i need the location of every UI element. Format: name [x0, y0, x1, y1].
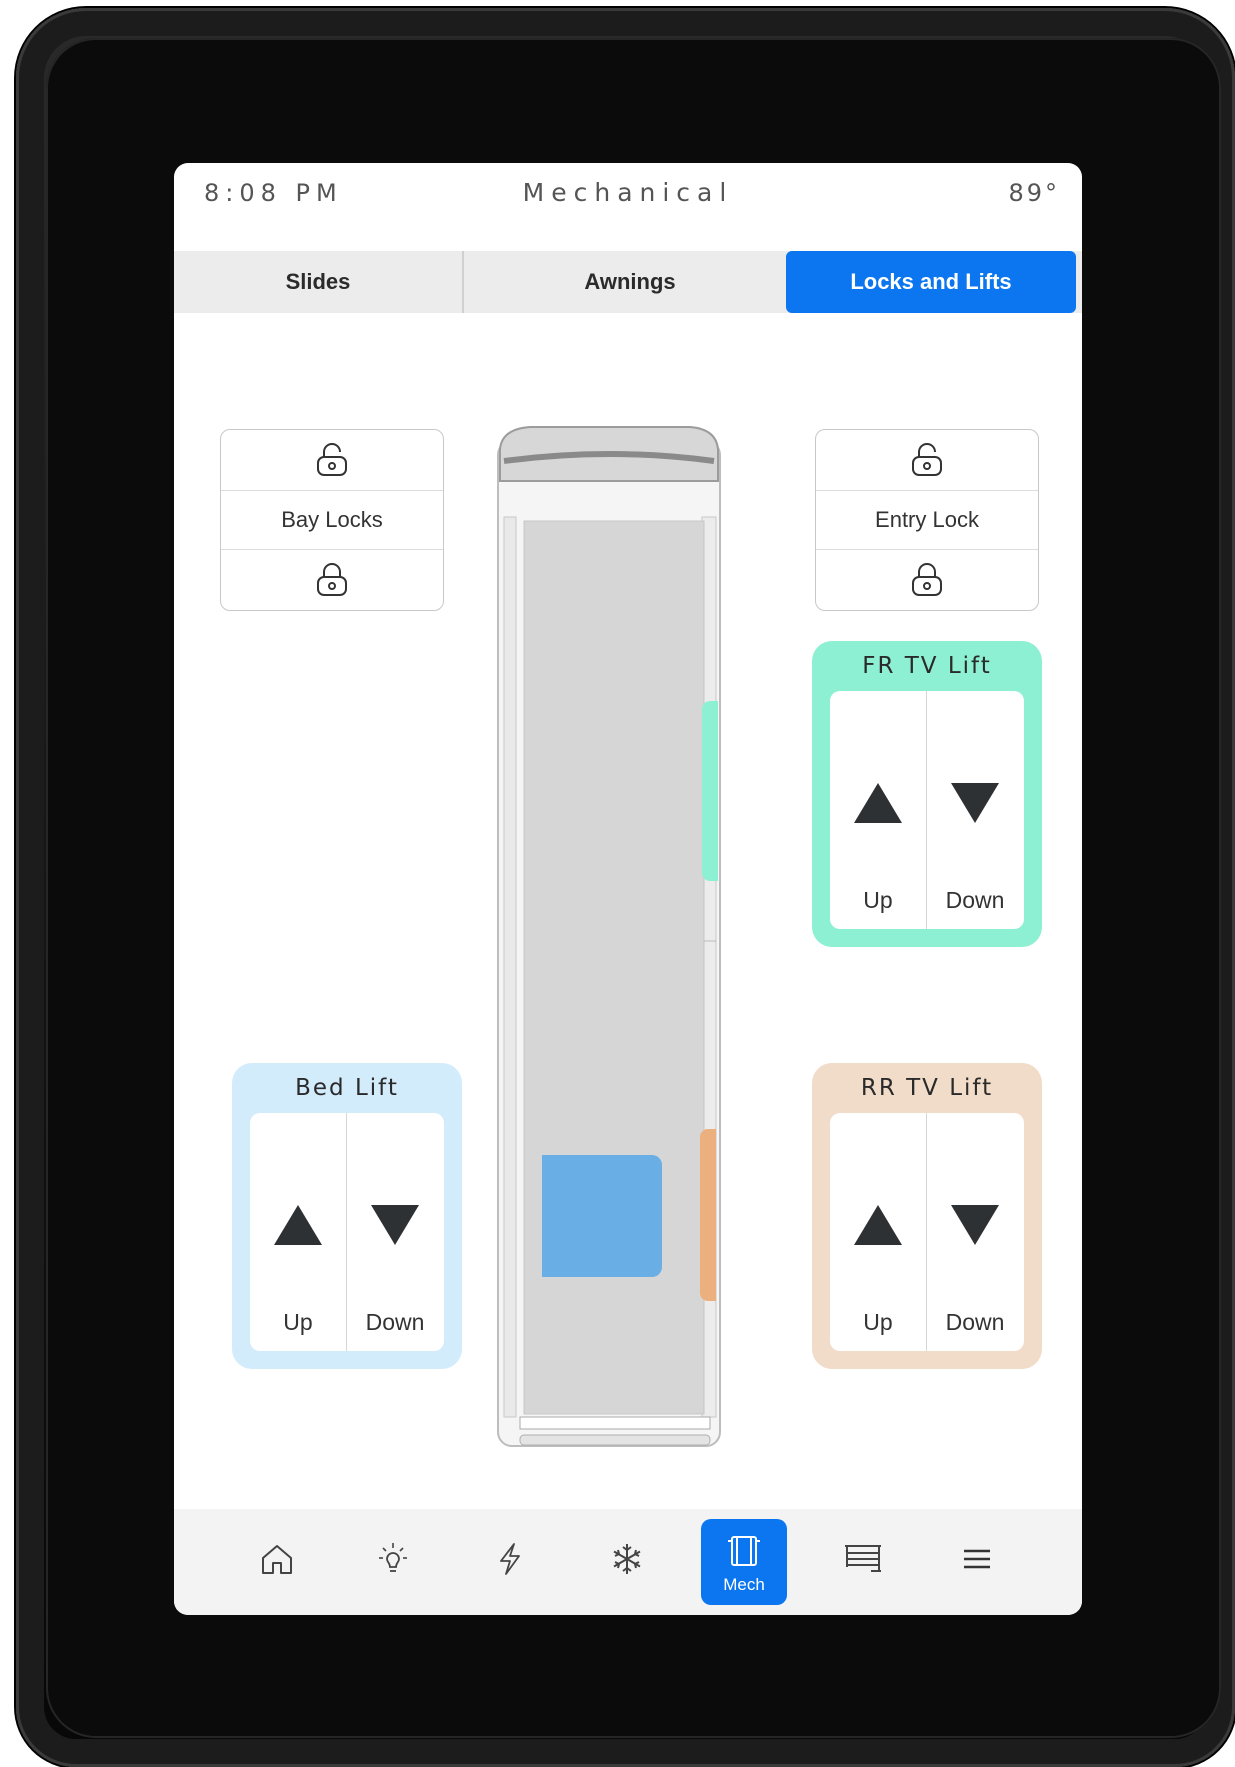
tab-bar: Slides Awnings Locks and Lifts — [174, 251, 1082, 313]
lock-icon — [912, 563, 942, 596]
unlock-icon — [912, 443, 942, 476]
entry-lock-button[interactable] — [816, 550, 1038, 610]
bed-lift-marker — [542, 1155, 662, 1277]
bed-lift-card: Bed Lift Up Down — [232, 1063, 462, 1369]
bay-unlock-button[interactable] — [221, 430, 443, 491]
bay-locks-label: Bay Locks — [221, 490, 443, 550]
tab-awnings[interactable]: Awnings — [462, 251, 796, 313]
entry-unlock-button[interactable] — [816, 430, 1038, 491]
tab-slides[interactable]: Slides — [174, 251, 462, 313]
arrow-up-icon — [274, 1205, 322, 1245]
fr-tv-lift-up-button[interactable]: Up — [830, 691, 927, 929]
nav-power-button[interactable] — [467, 1519, 553, 1605]
rr-tv-lift-marker — [700, 1129, 716, 1301]
nav-lighting-button[interactable] — [350, 1519, 436, 1605]
rr-tv-lift-title: RR TV Lift — [860, 1075, 994, 1101]
arrow-down-icon — [951, 1205, 999, 1245]
bay-lock-button[interactable] — [221, 550, 443, 610]
menu-icon — [964, 1549, 990, 1569]
rr-tv-lift-controls: Up Down — [830, 1113, 1024, 1351]
status-time: 8:08 PM — [204, 179, 343, 207]
fr-tv-lift-title: FR TV Lift — [862, 653, 992, 679]
rr-tv-lift-up-button[interactable]: Up — [830, 1113, 927, 1351]
entry-lock-label: Entry Lock — [816, 490, 1038, 550]
mech-icon — [728, 1536, 760, 1566]
bed-lift-controls: Up Down — [250, 1113, 444, 1351]
fr-tv-lift-marker — [702, 701, 718, 881]
nav-climate-button[interactable] — [584, 1519, 670, 1605]
bed-lift-title: Bed Lift — [295, 1075, 399, 1101]
rr-tv-lift-card: RR TV Lift Up Down — [812, 1063, 1042, 1369]
status-temperature: 89° — [1008, 179, 1060, 207]
arrow-down-icon — [951, 783, 999, 823]
entry-lock-card: Entry Lock — [815, 429, 1039, 611]
arrow-up-icon — [854, 1205, 902, 1245]
arrow-down-icon — [371, 1205, 419, 1245]
arrow-up-icon — [854, 783, 902, 823]
awning-icon — [845, 1545, 881, 1572]
bed-lift-up-button[interactable]: Up — [250, 1113, 347, 1351]
nav-awnings-button[interactable] — [818, 1519, 904, 1605]
fr-tv-lift-down-button[interactable]: Down — [927, 691, 1023, 929]
down-label: Down — [945, 1309, 1005, 1335]
unlock-icon — [317, 443, 347, 476]
down-label: Down — [945, 887, 1005, 913]
up-label: Up — [863, 887, 893, 913]
nav-mech-label: Mech — [723, 1575, 765, 1594]
fr-tv-lift-controls: Up Down — [830, 691, 1024, 929]
home-icon — [262, 1545, 292, 1574]
fr-tv-lift-card: FR TV Lift Up Down — [812, 641, 1042, 947]
nav-home-button[interactable] — [234, 1519, 320, 1605]
bay-locks-card: Bay Locks — [220, 429, 444, 611]
screen: Mechanical 8:08 PM 89° Slides Awnings Lo… — [174, 163, 1082, 1615]
bed-lift-down-button[interactable]: Down — [347, 1113, 443, 1351]
lock-icon — [317, 563, 347, 596]
nav-menu-button[interactable] — [934, 1519, 1020, 1605]
lightbulb-icon — [379, 1543, 407, 1572]
tab-locks-and-lifts[interactable]: Locks and Lifts — [786, 251, 1076, 313]
rv-top-view-image — [497, 426, 721, 1447]
bottom-nav: Mech — [174, 1509, 1082, 1615]
lightning-icon — [500, 1543, 520, 1575]
rr-tv-lift-down-button[interactable]: Down — [927, 1113, 1023, 1351]
up-label: Up — [283, 1309, 313, 1335]
nav-mech-button[interactable]: Mech — [701, 1519, 787, 1605]
up-label: Up — [863, 1309, 893, 1335]
down-label: Down — [365, 1309, 425, 1335]
snowflake-icon — [613, 1544, 641, 1574]
